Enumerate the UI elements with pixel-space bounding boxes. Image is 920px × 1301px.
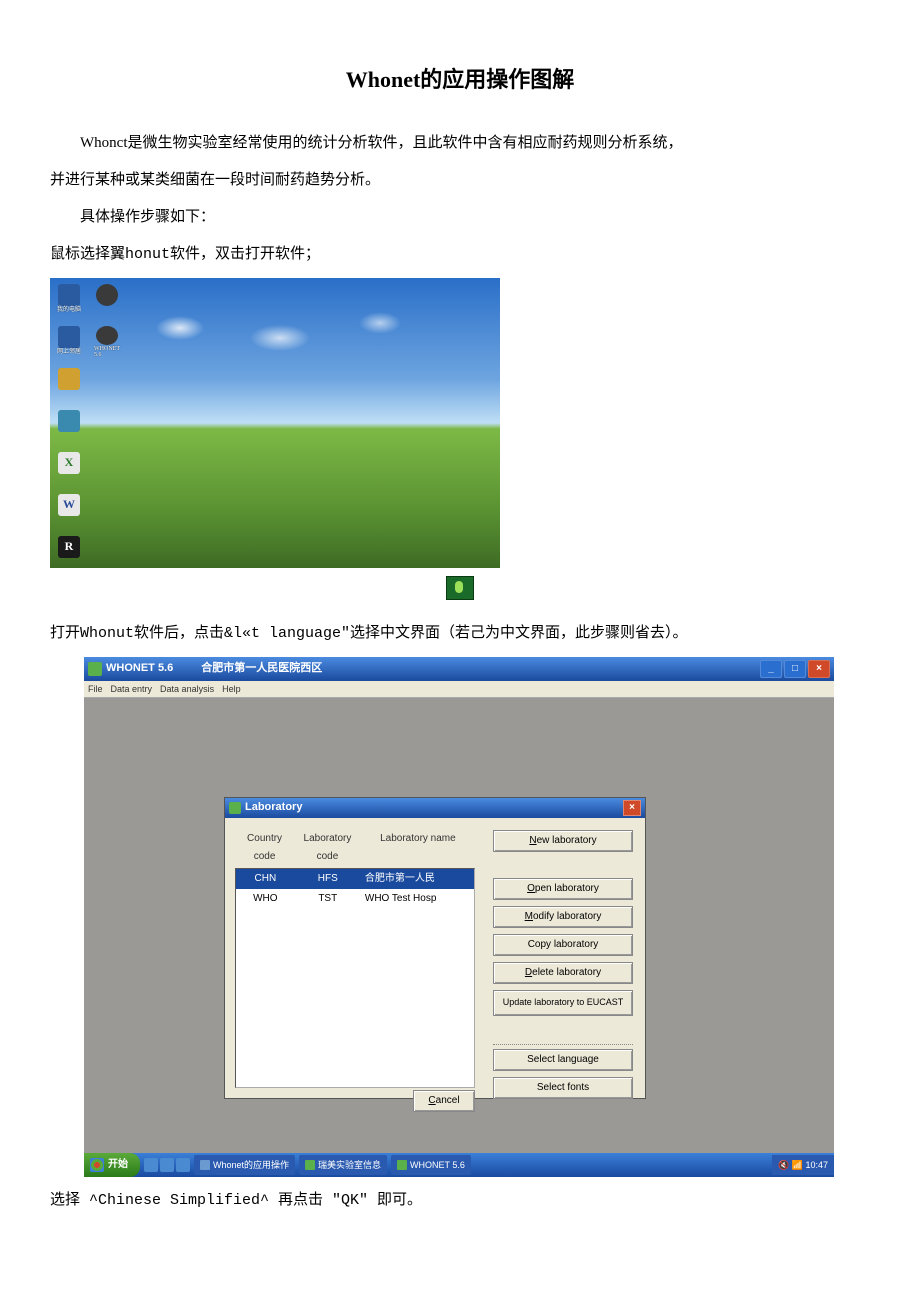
new-laboratory-button[interactable]: New laboratory [493,830,633,852]
app-subtitle: 合肥市第一人民医院西区 [201,659,322,679]
laboratory-dialog: Laboratory × Country code Laboratory cod… [224,797,646,1099]
whonet-program-icon [446,576,474,600]
close-button[interactable]: × [808,660,830,678]
desktop-icons-column: 我的电脑 网上邻居 X W R [56,284,82,568]
laboratory-table: Country code Laboratory code Laboratory … [235,828,475,1112]
step-2: 打开Whonut软件后，点击&l«t language"选择中文界面（若己为中文… [50,620,870,647]
step-1: 鼠标选择翼honut软件，双击打开软件； [50,241,870,268]
whonet-small-icon-row [50,576,870,610]
desktop-icon-whonet[interactable]: WHONET 5.6 [94,326,120,358]
app-icon [88,662,102,676]
menu-file[interactable]: File [88,681,103,697]
desktop-icon[interactable] [56,410,82,442]
table-header: Country code Laboratory code Laboratory … [235,828,475,868]
table-row[interactable]: WHO TST WHO Test Hosp [236,889,474,909]
col-lab-name: Laboratory name [361,828,475,868]
taskbar-item[interactable]: 瑞美实验室信息 [299,1155,387,1175]
menu-help[interactable]: Help [222,681,241,697]
desktop-icon-word[interactable]: W [56,494,82,526]
start-button[interactable]: 开始 [84,1153,140,1177]
app-title: WHONET 5.6 [106,659,173,679]
update-laboratory-button[interactable]: Update laboratory to EUCAST [493,990,633,1016]
intro-paragraph-2: 并进行某种或某类细菌在一段时间耐药趋势分析。 [50,167,870,194]
desktop-icon-excel[interactable]: X [56,452,82,484]
menubar: File Data entry Data analysis Help [84,681,834,698]
select-language-button[interactable]: Select language [493,1049,633,1071]
dialog-titlebar: Laboratory × [225,798,645,818]
modify-laboratory-button[interactable]: Modify laboratory [493,906,633,928]
dialog-title-text: Laboratory [245,798,302,818]
quicklaunch-icon[interactable] [160,1158,174,1172]
system-tray[interactable]: 🔇 📶 10:47 [772,1155,834,1175]
steps-header: 具体操作步骤如下： [50,204,870,231]
tray-icons: 🔇 📶 [778,1160,805,1170]
window-titlebar: WHONET 5.6 合肥市第一人民医院西区 _ □ × [84,657,834,681]
taskbar-item[interactable]: WHONET 5.6 [391,1155,471,1175]
select-fonts-button[interactable]: Select fonts [493,1077,633,1099]
menu-data-analysis[interactable]: Data analysis [160,681,214,697]
table-row[interactable]: CHN HFS 合肥市第一人民 [236,869,474,889]
desktop-screenshot: 我的电脑 网上邻居 X W R WHONET 5.6 [50,278,500,568]
clock: 10:47 [805,1160,828,1170]
dialog-icon [229,802,241,814]
quicklaunch-icon[interactable] [144,1158,158,1172]
sky-clouds [130,298,430,378]
desktop-icon[interactable] [56,368,82,400]
page-title: Whonet的应用操作图解 [50,60,870,100]
menu-data-entry[interactable]: Data entry [111,681,153,697]
cancel-button[interactable]: Cancel [413,1090,475,1112]
desktop-icon[interactable]: 网上邻居 [56,326,82,358]
open-laboratory-button[interactable]: Open laboratory [493,878,633,900]
taskbar: 开始 Whonet的应用操作 瑞美实验室信息 WHONET 5.6 🔇 📶 10… [84,1153,834,1177]
taskbar-item[interactable]: Whonet的应用操作 [194,1155,295,1175]
windows-logo-icon [90,1158,104,1172]
desktop-icon[interactable] [94,284,120,316]
col-country-code: Country code [235,828,294,868]
maximize-button[interactable]: □ [784,660,806,678]
copy-laboratory-button[interactable]: Copy laboratory [493,934,633,956]
laboratory-list[interactable]: CHN HFS 合肥市第一人民 WHO TST WHO Test Hosp [235,868,475,1088]
desktop-icon[interactable]: 我的电脑 [56,284,82,316]
quicklaunch-icon[interactable] [176,1158,190,1172]
dialog-buttons: New laboratory Open laboratory Modify la… [493,828,633,1112]
delete-laboratory-button[interactable]: Delete laboratory [493,962,633,984]
minimize-button[interactable]: _ [760,660,782,678]
whonet-window: WHONET 5.6 合肥市第一人民医院西区 _ □ × File Data e… [84,657,834,1177]
step-3: 选择 ^Chinese Simplified^ 再点击 "QK" 即可。 [50,1187,870,1214]
intro-paragraph-1: Whonct是微生物实验室经常使用的统计分析软件，且此软件中含有相应耐药规则分析… [50,130,870,157]
col-lab-code: Laboratory code [294,828,361,868]
dialog-close-button[interactable]: × [623,800,641,816]
desktop-icon-r[interactable]: R [56,536,82,568]
